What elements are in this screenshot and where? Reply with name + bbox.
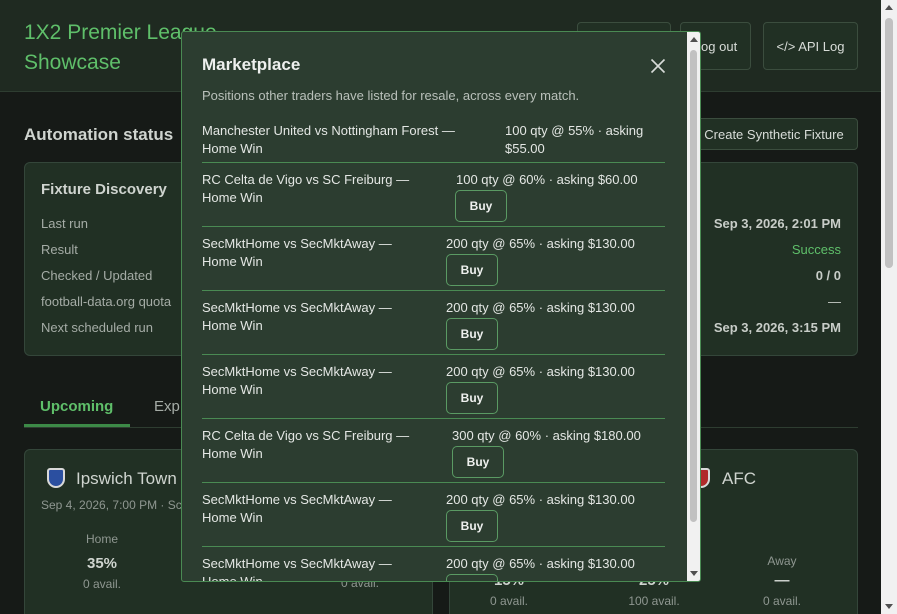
listing-terms: 200 qty @ 65% · asking $130.00 (446, 364, 635, 379)
odds-label: Home (85, 532, 118, 546)
buy-button[interactable]: Buy (446, 318, 498, 350)
listing-match: SecMktHome vs SecMktAway — Home Win (202, 556, 392, 581)
listing-item: Manchester United vs Nottingham Forest —… (202, 122, 665, 163)
row-label: football-data.org quota (41, 294, 172, 309)
listing-match: RC Celta de Vigo vs SC Freiburg — Home W… (202, 428, 410, 461)
marketplace-scroll-area: Marketplace Positions other traders have… (182, 32, 687, 581)
listing-item: SecMktHome vs SecMktAway — Home Win 200 … (202, 235, 665, 291)
marketplace-modal: Marketplace Positions other traders have… (181, 31, 701, 582)
listing-item: SecMktHome vs SecMktAway — Home Win 200 … (202, 491, 665, 547)
listing-match: SecMktHome vs SecMktAway — Home Win (202, 236, 392, 269)
row-label: Last run (41, 216, 88, 231)
odds-label: Away (767, 554, 797, 568)
api-log-button[interactable]: </> API Log (763, 22, 858, 70)
automation-status-title: Automation status (24, 125, 174, 144)
odds-home[interactable]: Home 35% 0 avail. (57, 532, 147, 591)
listing-terms: 200 qty @ 65% · asking $130.00 (446, 492, 635, 507)
tab-upcoming[interactable]: Upcoming (40, 398, 113, 415)
listing-match: Manchester United vs Nottingham Forest —… (202, 123, 455, 156)
buy-button[interactable]: Buy (446, 382, 498, 414)
odds-available: 0 avail. (762, 594, 802, 608)
listing-terms: 200 qty @ 65% · asking $130.00 (446, 236, 635, 251)
row-label: Result (41, 242, 78, 257)
row-value: — (828, 294, 841, 309)
marketplace-title: Marketplace (202, 55, 301, 74)
listing-terms: 200 qty @ 65% · asking $130.00 (446, 300, 635, 315)
listing-match: SecMktHome vs SecMktAway — Home Win (202, 492, 392, 525)
buy-button[interactable]: Buy (452, 446, 504, 478)
create-synthetic-fixture-button[interactable]: Create Synthetic Fixture (690, 118, 858, 150)
listing-item: SecMktHome vs SecMktAway — Home Win 200 … (202, 363, 665, 419)
fixture-discovery-title: Fixture Discovery (41, 181, 167, 198)
match-date: Sep 4, 2026, 7:00 PM · Sc (41, 498, 182, 512)
modal-scrollbar[interactable] (687, 32, 700, 581)
page-scrollbar[interactable] (881, 0, 897, 614)
marketplace-subtitle: Positions other traders have listed for … (202, 88, 580, 103)
team-name: AFC (722, 469, 756, 488)
buy-button[interactable]: Buy (446, 510, 498, 542)
row-label: Checked / Updated (41, 268, 153, 283)
listing-terms: 100 qty @ 55% · asking $55.00 (505, 123, 644, 156)
listing-match: RC Celta de Vigo vs SC Freiburg — Home W… (202, 172, 410, 205)
listing-match: SecMktHome vs SecMktAway — Home Win (202, 300, 392, 333)
scroll-down-arrow-icon[interactable] (690, 571, 698, 576)
odds-available: 0 avail. (82, 577, 122, 591)
row-value: Sep 3, 2026, 2:01 PM (713, 216, 841, 231)
buy-button[interactable]: Buy (446, 254, 498, 286)
listing-terms: 200 qty @ 65% · asking $130.00 (446, 556, 635, 571)
scroll-down-arrow-icon[interactable] (885, 604, 893, 609)
listing-match: SecMktHome vs SecMktAway — Home Win (202, 364, 392, 397)
tab-expired[interactable]: Exp (154, 398, 180, 415)
odds-available: 100 avail. (628, 594, 680, 608)
listing-item: RC Celta de Vigo vs SC Freiburg — Home W… (202, 171, 665, 227)
page-scrollbar-thumb[interactable] (885, 18, 893, 268)
scroll-up-arrow-icon[interactable] (690, 37, 698, 42)
scroll-up-arrow-icon[interactable] (885, 5, 893, 10)
odds-percent: — (774, 572, 790, 589)
status-badge: Success (791, 242, 841, 257)
close-icon[interactable] (646, 54, 670, 78)
listing-terms: 300 qty @ 60% · asking $180.00 (452, 428, 641, 443)
listing-item: SecMktHome vs SecMktAway — Home Win 200 … (202, 299, 665, 355)
listing-item: RC Celta de Vigo vs SC Freiburg — Home W… (202, 427, 665, 483)
tab-underline (24, 424, 130, 427)
odds-away[interactable]: Away — 0 avail. (737, 554, 827, 608)
buy-button[interactable]: Buy (455, 190, 507, 222)
odds-percent: 35% (86, 555, 118, 572)
team-badge-icon (47, 468, 65, 488)
listing-terms: 100 qty @ 60% · asking $60.00 (456, 172, 638, 187)
modal-scrollbar-thumb[interactable] (690, 50, 697, 522)
row-value: Sep 3, 2026, 3:15 PM (713, 320, 841, 335)
row-value: 0 / 0 (815, 268, 841, 283)
odds-available: 0 avail. (489, 594, 529, 608)
buy-button[interactable]: Buy (446, 574, 498, 581)
team-name: Ipswich Town (76, 469, 177, 488)
row-label: Next scheduled run (41, 320, 154, 335)
listing-item: SecMktHome vs SecMktAway — Home Win 200 … (202, 555, 665, 581)
